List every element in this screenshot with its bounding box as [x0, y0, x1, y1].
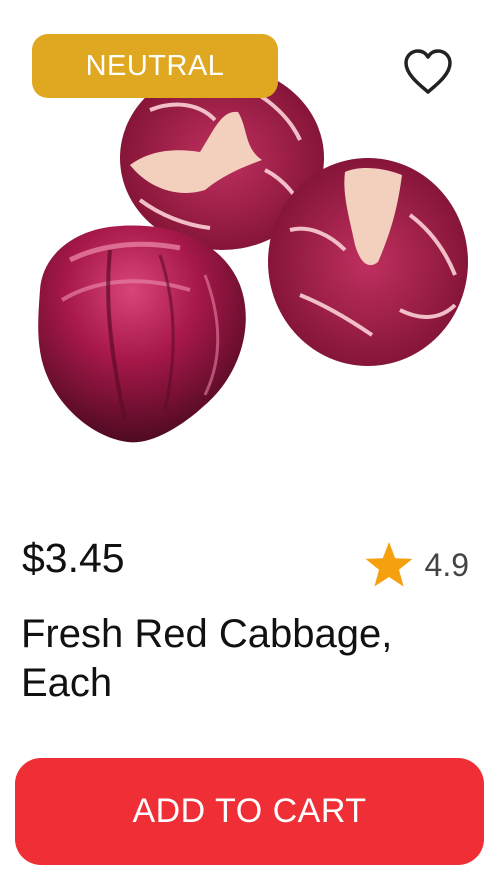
- product-card: NEUTRAL $3.45 4.9 Fresh Red Cabbage, Eac…: [0, 0, 499, 885]
- add-to-cart-label: ADD TO CART: [132, 792, 367, 830]
- star-icon: [365, 542, 413, 587]
- heart-outline-icon: [404, 49, 452, 94]
- status-badge: NEUTRAL: [32, 34, 278, 98]
- product-price: $3.45: [22, 535, 125, 581]
- product-name: Fresh Red Cabbage, Each: [21, 612, 393, 705]
- cabbage-half-right: [268, 158, 468, 366]
- cabbage-whole: [38, 225, 246, 443]
- product-rating: 4.9: [363, 540, 469, 590]
- rating-value: 4.9: [424, 547, 469, 583]
- favorite-button[interactable]: [398, 42, 458, 102]
- status-badge-label: NEUTRAL: [85, 49, 225, 82]
- add-to-cart-button[interactable]: ADD TO CART: [15, 758, 484, 865]
